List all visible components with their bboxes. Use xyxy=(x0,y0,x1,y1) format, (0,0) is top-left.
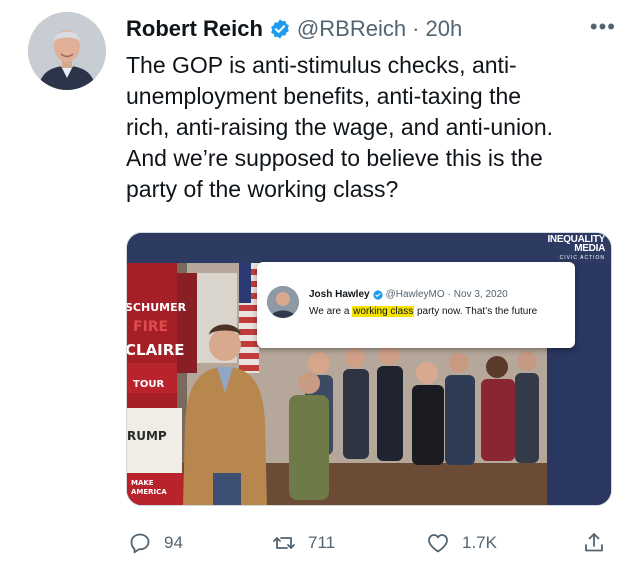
tweet-media[interactable]: INEQUALITY MEDIA CIVIC ACTION SCHUMER FI… xyxy=(126,232,612,506)
author-handle[interactable]: @RBReich xyxy=(297,16,406,42)
retweet-button[interactable]: 711 xyxy=(272,531,335,555)
tweet-action-bar: 94 711 1.7K xyxy=(124,528,614,558)
author-name[interactable]: Robert Reich xyxy=(126,16,263,42)
embedded-handle: @HawleyMO xyxy=(385,289,445,300)
tweet-header: Robert Reich @RBReich · 20h ••• xyxy=(126,14,620,44)
like-count: 1.7K xyxy=(462,533,497,552)
like-icon xyxy=(428,534,448,553)
highlighted-phrase: working class xyxy=(352,306,415,317)
tweet-text: The GOP is anti-stimulus checks, anti- u… xyxy=(126,52,554,202)
embedded-tweet-text: We are a working class party now. That’s… xyxy=(309,306,538,317)
author-avatar[interactable] xyxy=(28,12,106,90)
share-icon xyxy=(585,533,603,552)
sign-tour: TOUR xyxy=(133,379,165,390)
verified-badge-icon xyxy=(271,19,289,39)
more-icon[interactable]: ••• xyxy=(590,14,616,40)
embedded-tweet-card: Josh Hawley @HawleyMO · Nov 3, 2020 We a… xyxy=(257,262,575,348)
media-watermark: INEQUALITY MEDIA CIVIC ACTION xyxy=(547,234,605,262)
share-button[interactable] xyxy=(582,531,606,555)
sign-rump: RUMP xyxy=(127,429,167,443)
sign-fire: FIRE xyxy=(133,319,169,335)
retweet-count: 711 xyxy=(308,533,336,552)
retweet-icon xyxy=(273,537,295,549)
reply-icon xyxy=(130,533,150,554)
embedded-author-name: Josh Hawley xyxy=(309,289,370,300)
sign-claire: CLAIRE xyxy=(126,341,185,359)
reply-button[interactable]: 94 xyxy=(128,531,183,555)
embedded-verified-icon xyxy=(373,289,383,300)
embedded-avatar xyxy=(267,286,299,318)
sign-schumer: SCHUMER xyxy=(126,301,187,314)
reply-count: 94 xyxy=(164,533,183,552)
sign-make-america: MAKE AMERICA xyxy=(131,479,167,496)
tweet-timestamp[interactable]: · 20h xyxy=(412,16,462,42)
like-button[interactable]: 1.7K xyxy=(426,531,497,555)
embedded-date: · Nov 3, 2020 xyxy=(447,289,508,300)
